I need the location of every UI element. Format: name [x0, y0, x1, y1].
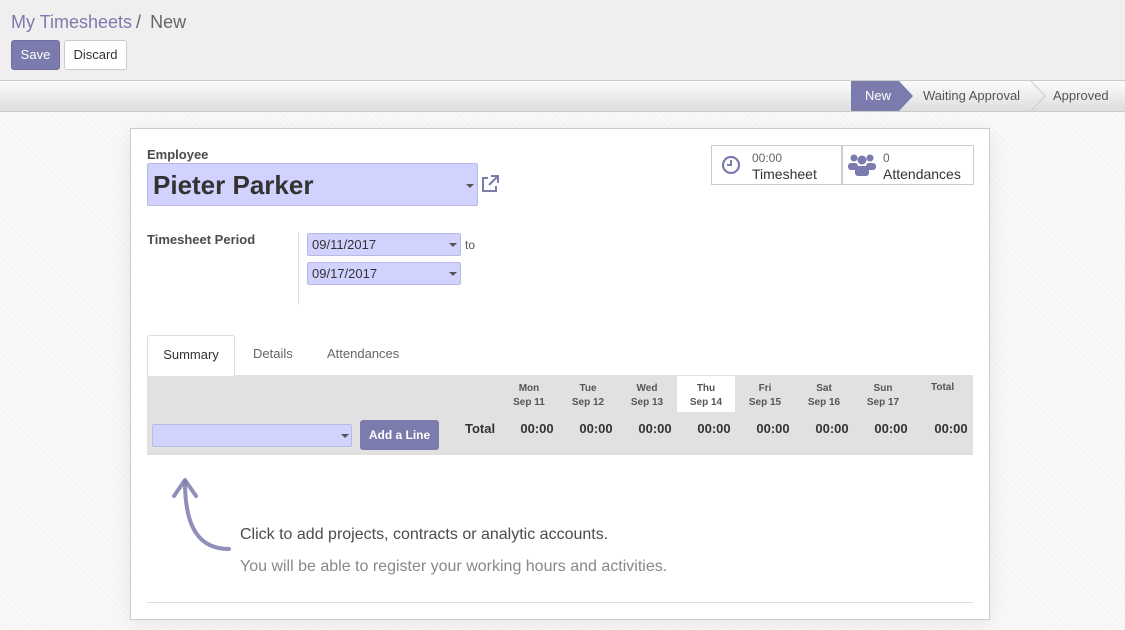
- chevron-down-icon[interactable]: [449, 272, 457, 276]
- tab-summary[interactable]: Summary: [147, 335, 235, 376]
- notebook-tabs: Summary Details Attendances: [147, 335, 973, 376]
- date-from-field[interactable]: 09/11/2017: [307, 233, 461, 256]
- breadcrumb: My Timesheets / New: [11, 11, 186, 33]
- date-to-value: 09/17/2017: [312, 266, 378, 281]
- day-header-fri: Fri Sep 15: [736, 382, 794, 410]
- day-total-cell: 00:00: [638, 421, 672, 436]
- breadcrumb-separator: /: [136, 12, 142, 32]
- day-header-sun: Sun Sep 17: [854, 382, 912, 410]
- period-divider: [298, 232, 299, 305]
- day-date: Sep 17: [866, 397, 900, 408]
- save-button[interactable]: Save: [11, 40, 60, 70]
- day-name: Thu: [696, 383, 716, 394]
- day-name: Fri: [758, 383, 772, 394]
- help-text-secondary: You will be able to register your workin…: [240, 558, 668, 575]
- day-total-cell: 00:00: [874, 421, 908, 436]
- add-a-line-button[interactable]: Add a Line: [360, 420, 439, 450]
- day-date: Sep 15: [748, 397, 782, 408]
- attendances-stat-value: 0: [883, 151, 890, 165]
- stage-new[interactable]: New: [851, 81, 913, 111]
- total-row-label: Total: [465, 421, 496, 436]
- external-link-icon[interactable]: [480, 174, 500, 194]
- employee-field[interactable]: Pieter Parker: [147, 163, 478, 206]
- attendances-stat-label: Attendances: [883, 166, 961, 182]
- employee-value: Pieter Parker: [153, 170, 314, 200]
- day-date: Sep 11: [513, 397, 545, 408]
- chevron-down-icon[interactable]: [341, 434, 349, 438]
- form-sheet: Employee Pieter Parker 00:00 Timesheet 0…: [130, 128, 990, 620]
- discard-button[interactable]: Discard: [64, 40, 127, 70]
- to-label: to: [465, 238, 476, 252]
- day-name: Mon: [518, 383, 540, 394]
- day-date: Sep 13: [630, 397, 664, 408]
- breadcrumb-link-my-timesheets[interactable]: My Timesheets: [11, 12, 132, 32]
- add-line-select[interactable]: [152, 424, 352, 447]
- total-column-header: Total: [931, 382, 955, 393]
- help-text-primary: Click to add projects, contracts or anal…: [240, 526, 609, 543]
- day-date: Sep 14: [689, 397, 723, 408]
- status-bar: New Waiting Approval Approved: [0, 80, 1125, 112]
- day-name: Sun: [873, 383, 893, 394]
- tab-attendances[interactable]: Attendances: [327, 335, 399, 376]
- chevron-down-icon[interactable]: [466, 184, 474, 188]
- day-total-cell: 00:00: [815, 421, 849, 436]
- day-name: Tue: [579, 383, 597, 394]
- timesheet-period-label: Timesheet Period: [147, 232, 256, 247]
- date-to-field[interactable]: 09/17/2017: [307, 262, 461, 285]
- divider: [147, 602, 973, 603]
- date-from-value: 09/11/2017: [312, 237, 377, 252]
- day-total-cell: 00:00: [579, 421, 613, 436]
- stage-approved[interactable]: Approved: [1053, 81, 1109, 111]
- day-total-cell: 00:00: [756, 421, 790, 436]
- clock-icon: [721, 155, 741, 175]
- attendances-stat-button[interactable]: 0 Attendances: [842, 145, 974, 185]
- breadcrumb-current: New: [150, 12, 187, 32]
- control-panel: My Timesheets / New Save Discard: [0, 0, 1125, 80]
- day-header-sat: Sat Sep 16: [795, 382, 853, 410]
- timesheet-stat-button[interactable]: 00:00 Timesheet: [711, 145, 842, 185]
- chevron-down-icon[interactable]: [449, 243, 457, 247]
- curved-arrow-icon: [172, 478, 231, 551]
- timesheet-stat-label: Timesheet: [752, 166, 817, 182]
- day-date: Sep 16: [807, 397, 841, 408]
- day-header-wed: Wed Sep 13: [618, 382, 676, 410]
- day-total-cell: 00:00: [697, 421, 731, 436]
- day-name: Sat: [816, 383, 832, 394]
- summary-grid: Mon Sep 11 Tue Sep 12 Wed Sep 13 Thu Sep 14 …: [147, 375, 973, 455]
- stage-waiting-approval[interactable]: Waiting Approval: [923, 81, 1020, 111]
- day-header-tue: Tue Sep 12: [559, 382, 617, 410]
- users-icon: [848, 154, 876, 176]
- day-name: Wed: [636, 383, 658, 394]
- day-total-cell: 00:00: [520, 421, 554, 436]
- day-header-thu-today: Thu Sep 14: [677, 376, 735, 412]
- day-header-mon: Mon Sep 11: [500, 382, 558, 410]
- grand-total-cell: 00:00: [934, 421, 968, 436]
- day-date: Sep 12: [571, 397, 605, 408]
- stage-divider-icon: [1030, 81, 1046, 111]
- timesheet-stat-value: 00:00: [752, 151, 783, 165]
- tab-details[interactable]: Details: [253, 335, 293, 376]
- employee-label: Employee: [147, 147, 209, 162]
